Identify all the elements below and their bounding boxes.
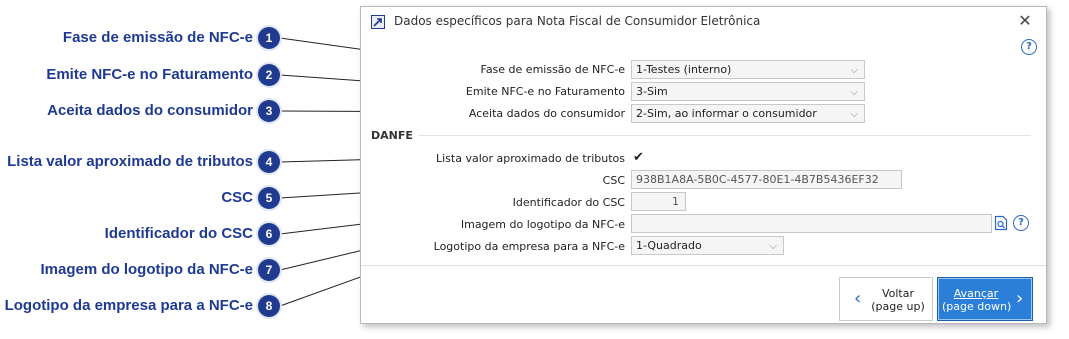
csc-input[interactable]: 938B1A8A-5B0C-4577-80E1-4B7B5436EF32: [631, 170, 902, 189]
lista-tributos-checkbox[interactable]: ✔: [633, 151, 646, 164]
callout-badge-7: 7: [258, 259, 280, 281]
logotipo-empresa-select[interactable]: 1-Quadrado ⌵: [631, 236, 784, 255]
callout-label-2: Emite NFC-e no Faturamento: [46, 66, 253, 83]
identificador-csc-input[interactable]: 1: [631, 192, 686, 211]
aceita-dados-select[interactable]: 2-Sim, ao informar o consumidor ⌵: [631, 104, 865, 123]
next-button-label: Avançar: [953, 287, 999, 300]
callout-badge-8: 8: [258, 295, 280, 317]
chevron-down-icon: ⌵: [850, 87, 858, 98]
callout-badge-5: 5: [258, 187, 280, 209]
nfce-dialog: Dados específicos para Nota Fiscal de Co…: [360, 6, 1047, 324]
callout-badge-4: 4: [258, 151, 280, 173]
lista-tributos-label: Lista valor aproximado de tributos: [435, 152, 625, 165]
callout-badge-1: 1: [258, 27, 280, 49]
back-button-label: Voltar: [881, 287, 915, 300]
callout-badge-3: 3: [258, 100, 280, 122]
danfe-section-title: DANFE: [371, 129, 413, 142]
callout-label-6: Identificador do CSC: [104, 225, 253, 242]
csc-label: CSC: [602, 174, 625, 187]
emite-faturamento-label: Emite NFC-e no Faturamento: [465, 85, 625, 98]
callout-label-5: CSC: [221, 189, 253, 206]
fase-emissao-select[interactable]: 1-Testes (interno) ⌵: [631, 60, 865, 79]
fase-emissao-label: Fase de emissão de NFC-e: [480, 63, 626, 76]
next-button-shortcut: (page down): [942, 300, 1012, 313]
aceita-dados-label: Aceita dados do consumidor: [468, 107, 625, 120]
chevron-down-icon: ⌵: [850, 65, 858, 76]
callout-label-1: Fase de emissão de NFC-e: [62, 29, 253, 46]
emite-faturamento-value: 3-Sim: [636, 85, 668, 98]
close-icon[interactable]: ✕: [1016, 12, 1034, 30]
section-divider: [419, 135, 1031, 136]
back-button-shortcut: (page up): [871, 300, 925, 313]
help-icon[interactable]: ?: [1013, 215, 1029, 231]
chevron-down-icon: ⌵: [850, 109, 858, 120]
callout-badge-2: 2: [258, 64, 280, 86]
app-arrow-icon: [371, 15, 385, 29]
chevron-down-icon: ⌵: [769, 241, 777, 252]
imagem-logotipo-label: Imagem do logotipo da NFC-e: [460, 218, 625, 231]
callout-label-3: Aceita dados do consumidor: [47, 102, 253, 119]
imagem-logotipo-input[interactable]: [631, 214, 992, 233]
chevron-left-icon: ‹: [854, 288, 862, 309]
fase-emissao-value: 1-Testes (interno): [636, 63, 732, 76]
logotipo-empresa-label: Logotipo da empresa para a NFC-e: [433, 240, 625, 253]
callout-badge-6: 6: [258, 223, 280, 245]
logotipo-empresa-value: 1-Quadrado: [636, 239, 702, 252]
aceita-dados-value: 2-Sim, ao informar o consumidor: [636, 107, 817, 120]
footer-divider: [361, 265, 1046, 266]
callout-label-7: Imagem do logotipo da NFC-e: [40, 261, 254, 278]
dialog-title: Dados específicos para Nota Fiscal de Co…: [394, 14, 761, 28]
identificador-csc-label: Identificador do CSC: [512, 196, 625, 209]
file-search-icon[interactable]: [994, 215, 1008, 231]
dialog-titlebar: Dados específicos para Nota Fiscal de Co…: [361, 7, 1046, 37]
callout-label-4: Lista valor aproximado de tributos: [7, 153, 253, 170]
help-icon[interactable]: ?: [1021, 39, 1037, 55]
emite-faturamento-select[interactable]: 3-Sim ⌵: [631, 82, 865, 101]
chevron-right-icon: ›: [1016, 288, 1024, 309]
back-button[interactable]: ‹ Voltar (page up): [839, 277, 933, 321]
callout-label-8: Logotipo da empresa para a NFC-e: [4, 297, 253, 314]
next-button[interactable]: Avançar (page down) ›: [937, 277, 1033, 321]
